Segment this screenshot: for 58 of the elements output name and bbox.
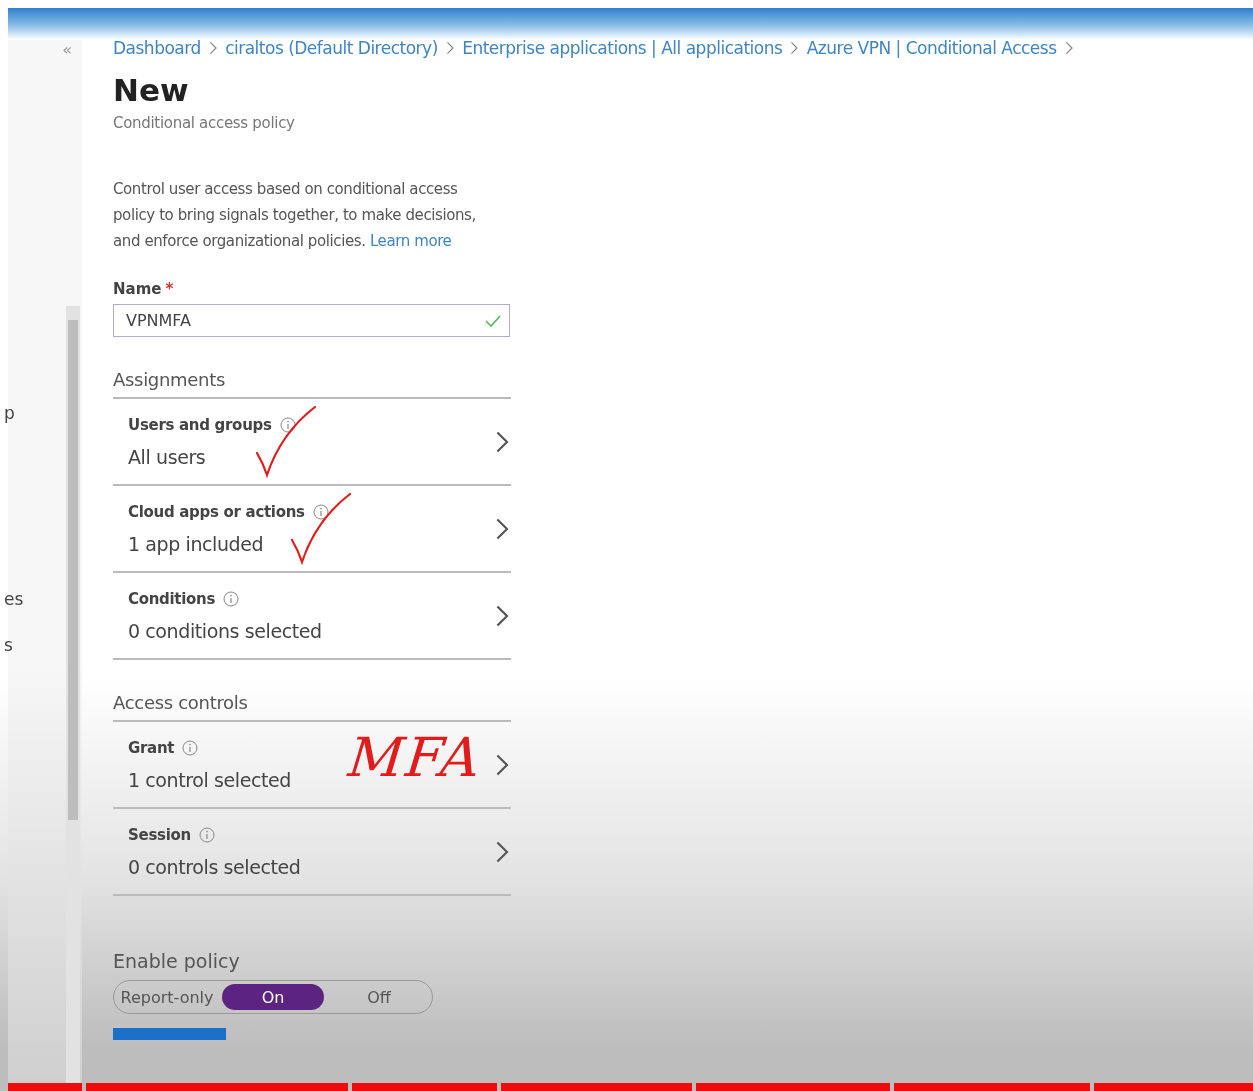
info-icon[interactable] — [198, 826, 215, 843]
settings-row[interactable]: Users and groups All users — [113, 399, 511, 486]
field-label: Name * — [113, 280, 175, 298]
section-heading: Assignments — [113, 369, 511, 399]
breadcrumb-link[interactable]: Dashboard — [113, 38, 201, 58]
breadcrumb-link[interactable]: ciraltos (Default Directory) — [225, 38, 438, 58]
sidebar-item[interactable]: es — [4, 589, 82, 609]
toggle-option[interactable]: Report-only — [116, 984, 218, 1010]
chevron-right-icon — [445, 41, 455, 55]
toggle-option[interactable]: Off — [328, 984, 430, 1010]
chevron-right-icon — [790, 41, 799, 55]
row-label: Session — [128, 825, 191, 844]
video-chapter-bar[interactable] — [695, 1083, 890, 1091]
video-chapter-bar[interactable] — [351, 1083, 497, 1091]
learn-more-link[interactable]: Learn more — [369, 232, 452, 250]
toggle-option[interactable]: On — [222, 984, 324, 1010]
row-value: 1 control selected — [128, 768, 293, 791]
info-icon[interactable] — [312, 503, 329, 520]
settings-row[interactable]: Cloud apps or actions 1 app included — [113, 486, 511, 573]
chevron-right-icon — [1064, 41, 1073, 55]
video-chapter-bar[interactable] — [500, 1083, 692, 1091]
info-icon[interactable] — [223, 590, 240, 607]
video-chapter-bar[interactable] — [893, 1083, 1090, 1091]
row-label: Cloud apps or actions — [128, 502, 305, 521]
page-title: New — [113, 72, 190, 108]
chevron-right-icon — [494, 603, 509, 628]
settings-row[interactable]: Grant 1 control selected MFA — [113, 722, 511, 809]
video-chapter-bar[interactable] — [85, 1083, 348, 1091]
sidebar-item[interactable]: p — [4, 403, 82, 423]
breadcrumb-link[interactable]: Azure VPN | Conditional Access — [806, 38, 1057, 58]
row-value: All users — [128, 445, 207, 468]
row-label: Users and groups — [128, 415, 272, 434]
create-button[interactable] — [113, 1028, 226, 1040]
row-value: 0 conditions selected — [128, 619, 323, 642]
section-heading: Access controls — [113, 692, 511, 722]
chevron-right-icon — [494, 516, 509, 541]
chevron-right-icon — [208, 41, 218, 55]
field-label: Enable policy — [113, 950, 241, 972]
description-text: Control user access based on conditional access policy to bring signals together, to make decisions, and enforce organizational policies. Learn more — [113, 179, 477, 252]
row-value: 1 app included — [128, 532, 265, 555]
page-subtitle: Conditional access policy — [113, 114, 296, 132]
info-icon[interactable] — [279, 416, 296, 433]
row-label: Conditions — [128, 589, 216, 608]
chevron-right-icon — [494, 429, 509, 454]
video-chapter-bar[interactable] — [8, 1083, 82, 1091]
sidebar-item[interactable]: s — [4, 635, 82, 655]
settings-row[interactable]: Session 0 controls selected — [113, 809, 511, 896]
settings-row[interactable]: Conditions 0 conditions selected — [113, 573, 511, 660]
row-label: Grant — [128, 738, 175, 757]
row-value: 0 controls selected — [128, 855, 302, 878]
name-input-field[interactable]: VPNMFA — [113, 304, 510, 337]
chevron-right-icon — [494, 752, 509, 777]
handwritten-annotation: MFA — [345, 726, 486, 789]
scrollbar-thumb[interactable] — [68, 320, 78, 820]
video-chapter-bar[interactable] — [1093, 1083, 1253, 1091]
info-icon[interactable] — [182, 739, 199, 756]
chevron-right-icon — [494, 839, 509, 864]
breadcrumb-link[interactable]: Enterprise applications | All applications — [462, 38, 783, 58]
